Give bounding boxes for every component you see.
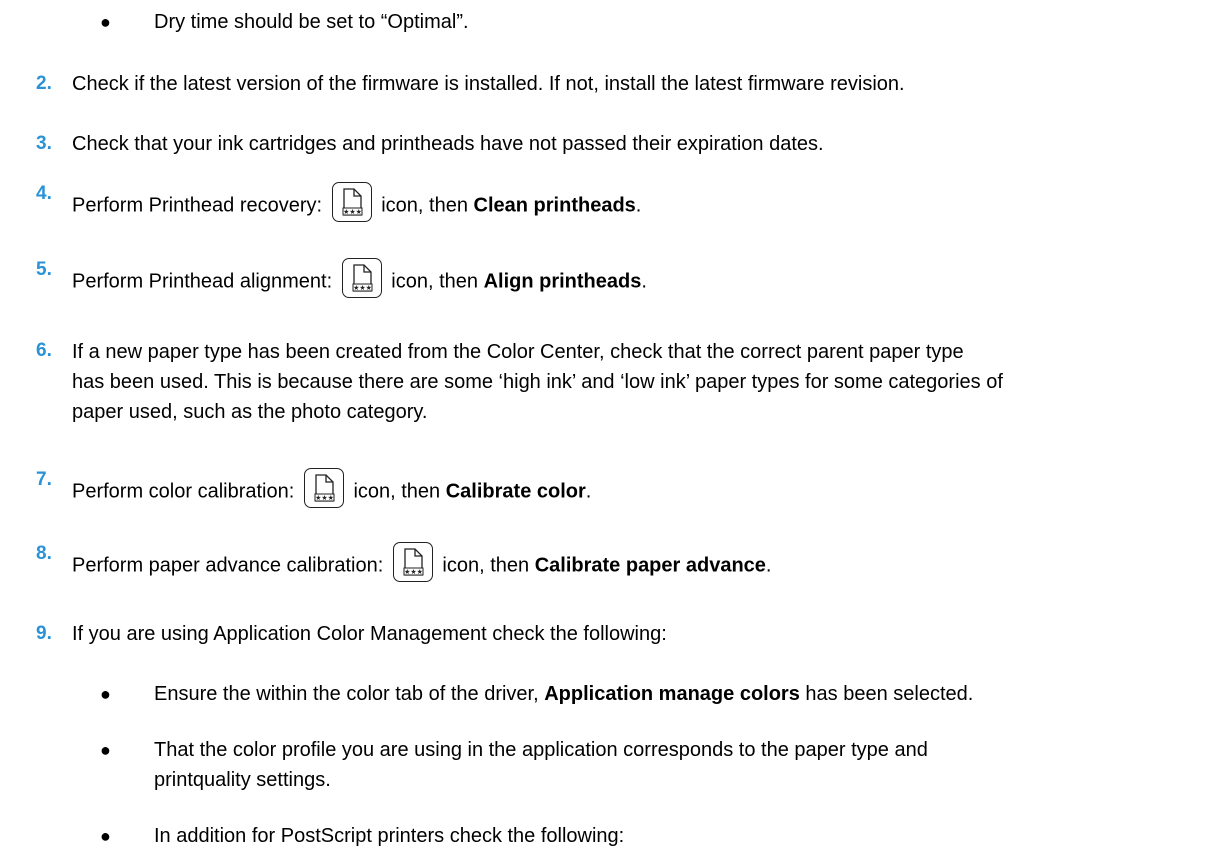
step-number: 7. [36,469,52,490]
step-text-pre: Perform Printhead alignment: [72,270,333,293]
step-number: 6. [36,340,52,361]
bullet-text: That the color profile you are using in … [154,739,928,791]
image-quality-menu-icon[interactable]: ★★★ [341,258,382,298]
image-quality-menu-icon[interactable]: ★★★ [303,468,344,508]
step-text-pre: Perform paper advance calibration: [72,554,384,577]
step-text: Perform color calibration: ★★★ icon, the… [72,468,1210,508]
step-text-mid: icon, then [353,480,441,503]
bullet-dot: ● [100,12,111,32]
step-text-mid: icon, then [442,554,530,577]
step-number: 8. [36,543,52,564]
step-text-mid: icon, then [381,194,468,217]
menu-option-name: Align printheads [483,270,642,293]
step-number: 3. [36,133,52,154]
step-text: Perform Printhead recovery: ★★★ icon, th… [72,182,1210,222]
bullet-text: Dry time should be set to “Optimal”. [154,11,469,33]
bullet-text: Ensure the within the color tab of the d… [154,683,974,705]
bullet-dot: ● [100,826,111,846]
menu-option-name: Clean printheads [473,194,636,217]
step-text: If you are using Application Color Manag… [72,623,667,645]
step-text: Perform paper advance calibration: ★★★ i… [72,542,1210,582]
step-text: If a new paper type has been created fro… [72,341,1003,423]
bullet-dot: ● [100,684,111,704]
step-text: Check if the latest version of the firmw… [72,73,905,95]
document-page: ● Dry time should be set to “Optimal”. 2… [0,0,1220,849]
svg-text:★★★: ★★★ [404,568,423,576]
step-number: 2. [36,73,52,94]
bullet-dot: ● [100,740,111,760]
bullet-text: In addition for PostScript printers chec… [154,825,625,847]
menu-option-name: Calibrate paper advance [534,554,766,577]
image-quality-menu-icon[interactable]: ★★★ [331,182,372,222]
step-number: 4. [36,183,52,204]
step-text: Perform Printhead alignment: ★★★ icon, t… [72,258,1210,298]
svg-text:★★★: ★★★ [343,208,362,216]
svg-text:★★★: ★★★ [353,284,372,292]
step-text-pre: Perform Printhead recovery: [72,194,323,217]
step-text-pre: Perform color calibration: [72,480,295,503]
step-number: 9. [36,623,52,644]
svg-text:★★★: ★★★ [315,494,334,502]
step-text: Check that your ink cartridges and print… [72,133,824,155]
step-number: 5. [36,259,52,280]
step-text-mid: icon, then [391,270,478,293]
setting-name: Application manage colors [544,683,800,705]
menu-option-name: Calibrate color [445,480,586,503]
image-quality-menu-icon[interactable]: ★★★ [392,542,433,582]
